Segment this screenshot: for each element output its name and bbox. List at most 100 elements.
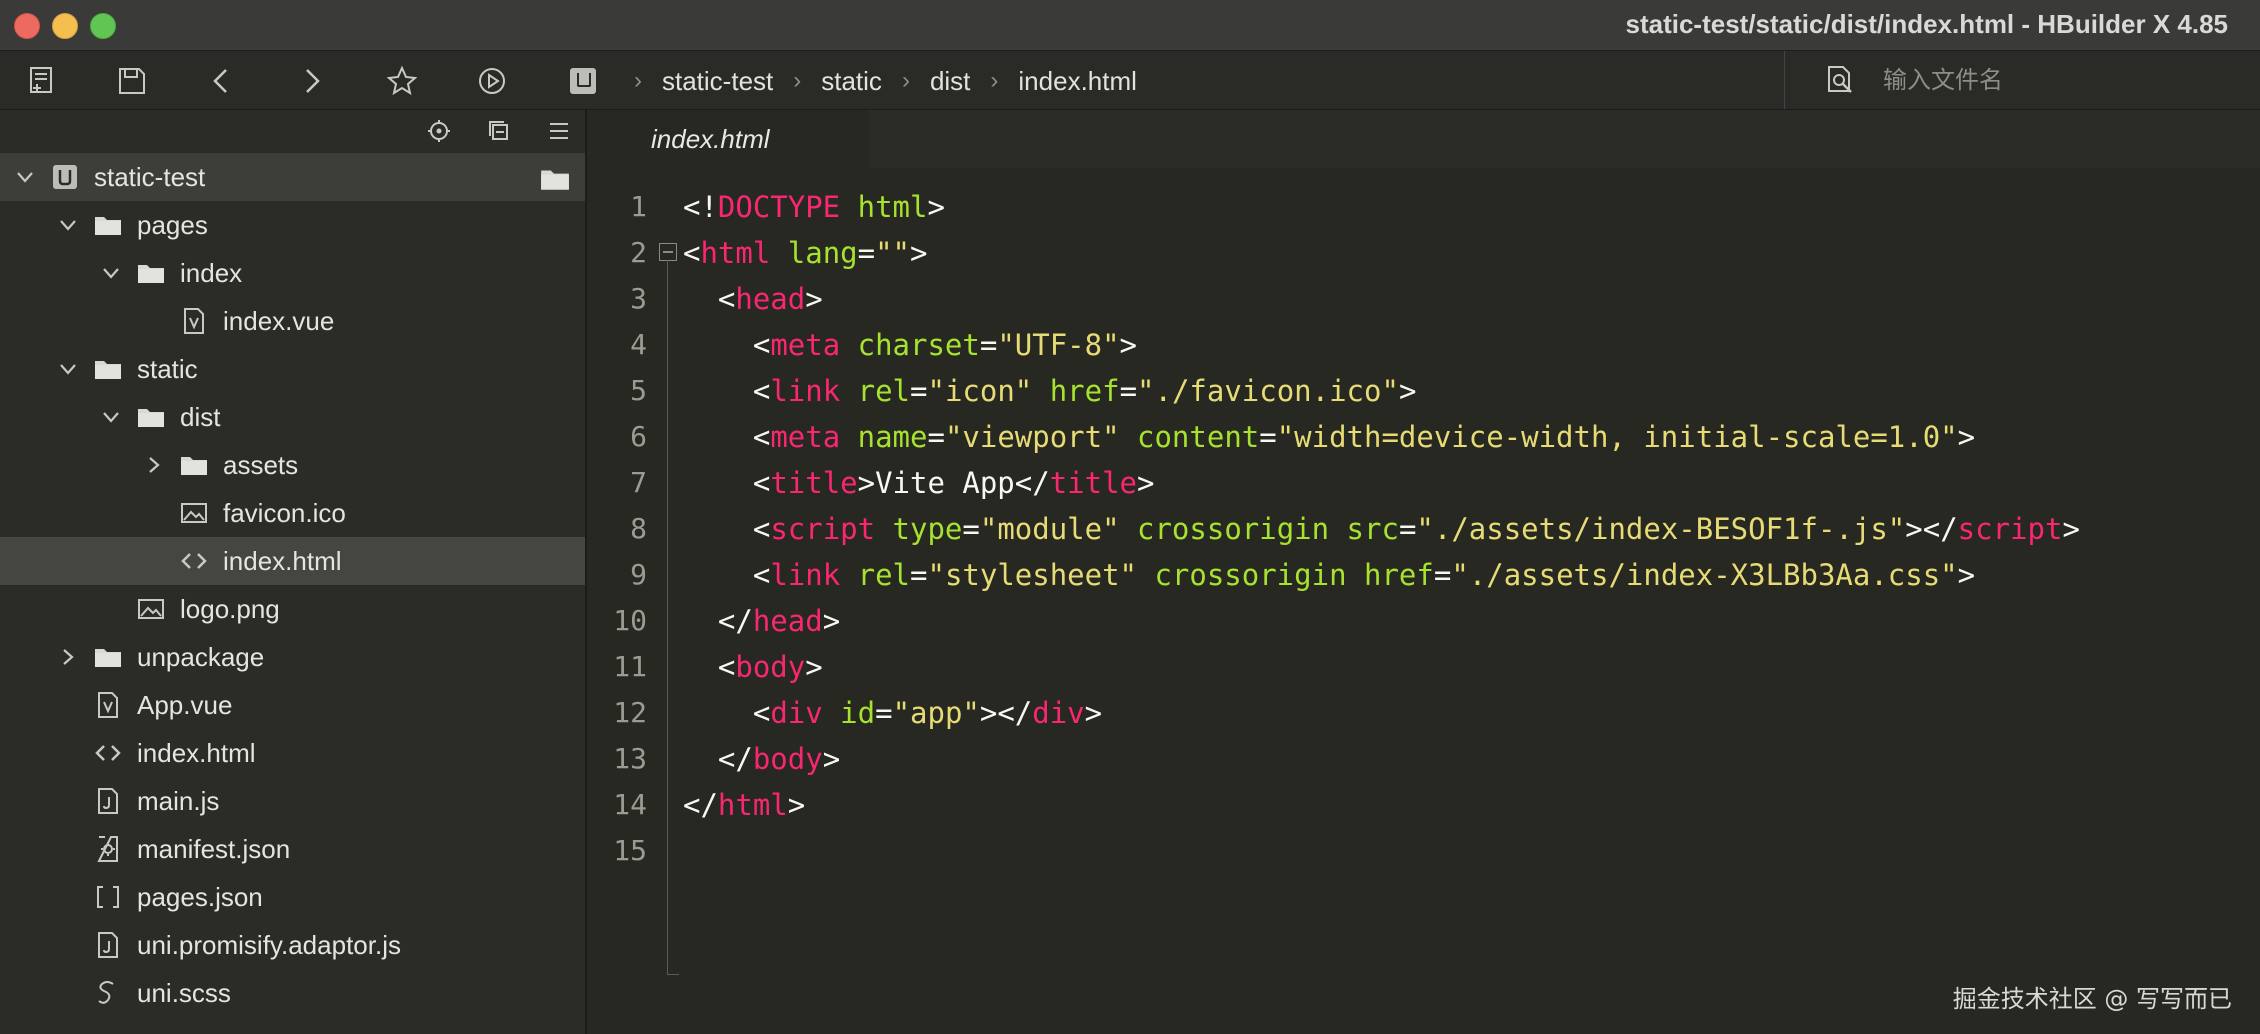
chevron-down-icon[interactable] xyxy=(57,214,79,236)
code-line: <link rel="stylesheet" crossorigin href=… xyxy=(752,558,1976,592)
project-explorer: static-test pages index index.vue static dist… xyxy=(0,110,587,1034)
explorer-menu-button[interactable] xyxy=(544,116,574,146)
forward-button[interactable] xyxy=(290,59,334,103)
code-editor[interactable]: 1 2 3 4 5 6 7 8 9 10 11 12 13 14 15 <!DOCTYPE html> <ht… xyxy=(587,168,2260,1034)
tree-folder[interactable]: unpackage xyxy=(0,633,585,681)
watermark: 掘金技术社区 @ 写写而已 xyxy=(1952,985,2232,1013)
chevron-down-icon[interactable] xyxy=(100,406,122,428)
line-number: 15 xyxy=(613,834,647,867)
fold-toggle-icon[interactable] xyxy=(659,243,677,261)
line-number: 9 xyxy=(630,558,647,591)
chevron-right-icon: › xyxy=(901,67,910,94)
code-line: <!DOCTYPE html> xyxy=(683,190,945,224)
chevron-right-icon[interactable] xyxy=(57,646,79,668)
chevron-right-icon: › xyxy=(634,67,642,94)
tree-folder[interactable]: assets xyxy=(0,441,585,489)
code-line: </head> xyxy=(717,604,841,638)
tree-file[interactable]: main.js xyxy=(0,777,585,825)
locate-button[interactable] xyxy=(424,116,454,146)
chevron-down-icon[interactable] xyxy=(100,262,122,284)
search-input[interactable] xyxy=(1881,65,2225,95)
code-line: <title>Vite App</title> xyxy=(752,466,1155,500)
line-number-gutter: 1 2 3 4 5 6 7 8 9 10 11 12 13 14 15 xyxy=(587,184,647,874)
title-bar: static-test/static/dist/index.html - HBu… xyxy=(0,0,2260,51)
tab-index-html[interactable]: index.html xyxy=(587,110,869,168)
tree-file[interactable]: favicon.ico xyxy=(0,489,585,537)
tree-item-label: main.js xyxy=(137,786,220,816)
manifest-icon xyxy=(93,834,123,864)
tree-file[interactable]: uni.promisify.adaptor.js xyxy=(0,921,585,969)
chevron-right-icon: › xyxy=(990,67,999,94)
line-number: 2 xyxy=(630,236,647,269)
tree-item-label: uni.promisify.adaptor.js xyxy=(137,930,401,960)
save-button[interactable] xyxy=(110,59,154,103)
line-number: 3 xyxy=(630,282,647,315)
file-search xyxy=(1784,51,2260,109)
tree-file[interactable]: App.vue xyxy=(0,681,585,729)
code-line: <script type="module" crossorigin src=".… xyxy=(752,512,2080,546)
chevron-down-icon[interactable] xyxy=(57,358,79,380)
tree-folder[interactable]: index xyxy=(0,249,585,297)
tree-file[interactable]: manifest.json xyxy=(0,825,585,873)
search-file-icon xyxy=(1828,66,1852,93)
tree-file[interactable]: logo.png xyxy=(0,585,585,633)
breadcrumb-static[interactable]: static xyxy=(821,66,882,97)
scss-icon xyxy=(93,978,123,1008)
file-tree: static-test pages index index.vue static dist… xyxy=(0,153,585,1017)
code-line: </body> xyxy=(717,742,841,776)
collapse-all-button[interactable] xyxy=(484,116,514,146)
fold-guide xyxy=(667,260,668,974)
code-line: <div id="app"></div> xyxy=(752,696,1103,730)
tree-item-label: unpackage xyxy=(137,642,265,672)
folder-icon xyxy=(93,642,123,672)
code-line: <meta name="viewport" content="width=dev… xyxy=(752,420,1976,454)
chevron-left-icon xyxy=(213,69,227,93)
line-number: 14 xyxy=(613,788,647,821)
tree-folder[interactable]: dist xyxy=(0,393,585,441)
tree-file[interactable]: uni.scss xyxy=(0,969,585,1017)
breadcrumb-file[interactable]: index.html xyxy=(1018,66,1137,97)
chevron-down-icon[interactable] xyxy=(14,166,36,188)
tree-item-label: App.vue xyxy=(137,690,233,720)
code-line: <link rel="icon" href="./favicon.ico"> xyxy=(752,374,1417,408)
breadcrumb-project[interactable]: static-test xyxy=(662,66,773,97)
tree-file[interactable]: index.vue xyxy=(0,297,585,345)
minimize-window-button[interactable] xyxy=(52,13,78,39)
tree-file[interactable]: index.html xyxy=(0,729,585,777)
tree-item-label: index.vue xyxy=(223,306,335,336)
line-number: 11 xyxy=(613,650,647,683)
tree-item-label: assets xyxy=(223,450,299,480)
window-title: static-test/static/dist/index.html - HBu… xyxy=(1625,9,2228,39)
tree-file[interactable]: pages.json xyxy=(0,873,585,921)
close-window-button[interactable] xyxy=(14,13,40,39)
folder-icon xyxy=(93,210,123,240)
code-line: <body> xyxy=(717,650,823,684)
menu-icon xyxy=(550,123,568,139)
code-line: </html> xyxy=(683,788,806,822)
js-icon xyxy=(93,930,123,960)
breadcrumb-dist[interactable]: dist xyxy=(930,66,970,97)
tab-bar: index.html xyxy=(587,110,2260,168)
html-icon xyxy=(93,738,123,768)
save-icon xyxy=(119,68,145,94)
target-icon xyxy=(428,120,450,142)
tree-file[interactable]: index.html xyxy=(0,537,585,585)
tree-folder[interactable]: pages xyxy=(0,201,585,249)
image-icon xyxy=(179,498,209,528)
json-icon xyxy=(93,882,123,912)
tree-item-label: index xyxy=(180,258,243,288)
new-file-button[interactable] xyxy=(20,59,64,103)
tree-folder[interactable]: static xyxy=(0,345,585,393)
fold-guide-end xyxy=(667,974,679,975)
folder-icon xyxy=(136,258,166,288)
chevron-right-icon[interactable] xyxy=(143,454,165,476)
chevron-right-icon xyxy=(306,69,320,93)
run-button[interactable] xyxy=(470,59,514,103)
favorite-button[interactable] xyxy=(380,59,424,103)
html-icon xyxy=(179,546,209,576)
open-folder-icon[interactable] xyxy=(539,163,571,191)
tree-folder[interactable]: static-test xyxy=(0,153,585,201)
folder-icon xyxy=(93,354,123,384)
back-button[interactable] xyxy=(200,59,244,103)
maximize-window-button[interactable] xyxy=(90,13,116,39)
